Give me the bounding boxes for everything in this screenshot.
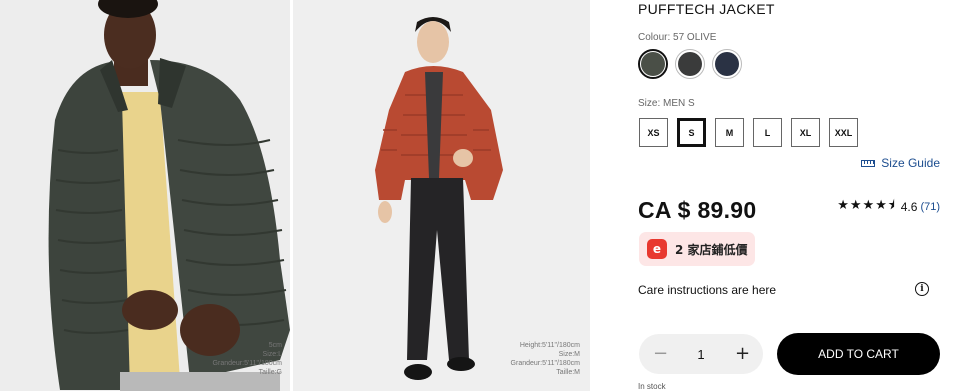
size-selector: XS S M L XL XXL: [639, 118, 858, 147]
info-icon[interactable]: i: [915, 282, 929, 296]
model-size-fr: Taille:G: [258, 369, 282, 376]
model-info-text: 5cm Size:L Grandeur:5'11"/180cm Taille:G: [213, 341, 282, 377]
swatch-olive[interactable]: [638, 49, 668, 79]
product-image-full[interactable]: Height:5'11"/180cm Size:M Grandeur:5'11"…: [293, 0, 590, 391]
star-rating-icon: ★★★★⯨: [837, 198, 896, 213]
price-compare-badge[interactable]: e 2 家店鋪低價: [639, 232, 755, 266]
size-option-xs[interactable]: XS: [639, 118, 668, 147]
model-height: Height:5'11"/180cm: [519, 342, 580, 349]
product-details-panel: PUFFTECH JACKET Colour: 57 OLIVE Size: M…: [638, 0, 940, 391]
model-size: Size:L: [262, 351, 282, 358]
swatch-dark-grey[interactable]: [675, 49, 705, 79]
colour-label: Colour: 57 OLIVE: [638, 32, 717, 43]
model-info-text: Height:5'11"/180cm Size:M Grandeur:5'11"…: [511, 341, 580, 377]
quantity-value: 1: [697, 346, 705, 362]
review-count-link[interactable]: (71): [920, 201, 940, 213]
product-image-front[interactable]: 5cm Size:L Grandeur:5'11"/180cm Taille:G: [0, 0, 290, 391]
product-rating[interactable]: ★★★★⯨ 4.6 (71): [837, 196, 940, 218]
quantity-increase-button[interactable]: +: [735, 345, 750, 363]
product-gallery: 5cm Size:L Grandeur:5'11"/180cm Taille:G: [0, 0, 590, 391]
add-to-cart-button[interactable]: ADD TO CART: [777, 333, 940, 375]
stock-status: In stock: [638, 382, 666, 391]
price-compare-text: 2 家店鋪低價: [675, 242, 748, 257]
quantity-decrease-button[interactable]: −: [653, 345, 668, 363]
size-label: Size: MEN S: [638, 98, 695, 109]
colour-swatches: [638, 49, 742, 79]
size-guide-link[interactable]: Size Guide: [861, 156, 940, 170]
model-height-fr: Grandeur:5'11"/180cm: [510, 360, 580, 367]
product-price: CA $ 89.90: [638, 197, 757, 223]
care-instructions-link[interactable]: Care instructions are here: [638, 283, 776, 297]
quantity-stepper: − 1 +: [639, 334, 763, 374]
product-title: PUFFTECH JACKET: [638, 1, 775, 17]
size-option-m[interactable]: M: [715, 118, 744, 147]
size-option-xl[interactable]: XL: [791, 118, 820, 147]
model-size: Size:M: [558, 351, 580, 358]
swatch-navy-color: [715, 52, 739, 76]
model-height-fr: Grandeur:5'11"/180cm: [212, 360, 282, 367]
price-compare-logo-icon: e: [647, 239, 667, 259]
size-guide-label: Size Guide: [881, 156, 940, 170]
size-option-xxl[interactable]: XXL: [829, 118, 858, 147]
model-height: 5cm: [268, 342, 282, 349]
swatch-olive-color: [641, 52, 665, 76]
size-option-s[interactable]: S: [677, 118, 706, 147]
model-illustration-1: [0, 0, 290, 391]
size-option-l[interactable]: L: [753, 118, 782, 147]
model-size-fr: Taille:M: [556, 369, 580, 376]
ruler-icon: [861, 159, 876, 167]
model-illustration-2: [293, 0, 590, 391]
swatch-dark-grey-color: [678, 52, 702, 76]
rating-value: 4.6: [900, 200, 918, 214]
swatch-navy[interactable]: [712, 49, 742, 79]
